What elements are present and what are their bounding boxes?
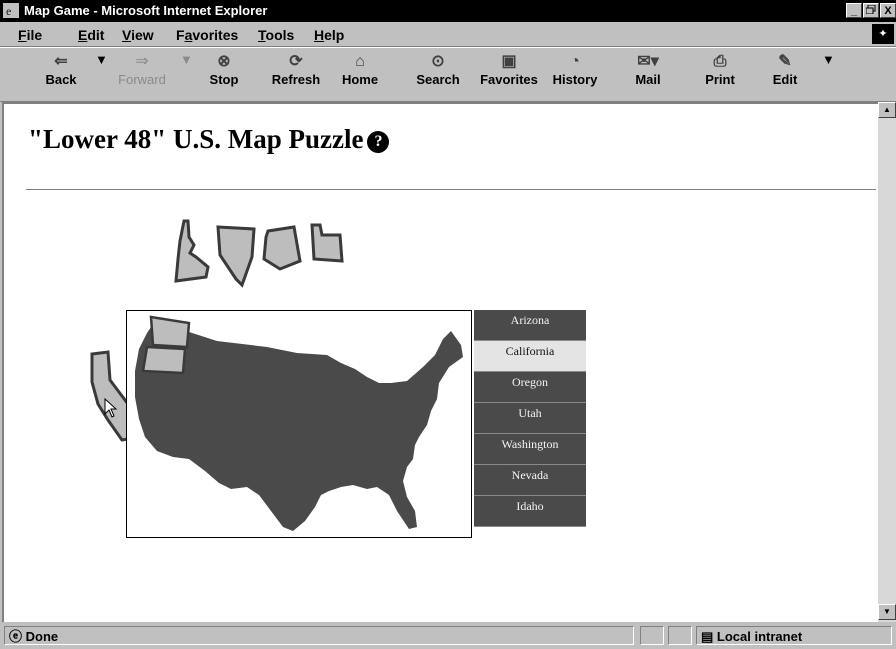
back-dropdown-icon[interactable]: ▼ [95, 52, 108, 67]
status-pane-progress [640, 626, 664, 645]
ie-app-icon[interactable]: e [3, 3, 19, 18]
search-button[interactable]: ⊙ Search [412, 52, 464, 87]
mail-icon: ✉▾ [637, 53, 659, 70]
menu-favorites[interactable]: Favorites [176, 27, 238, 43]
status-text: ⓔ Done [4, 626, 634, 645]
status-bar: ⓔ Done ▤ Local intranet [0, 624, 896, 649]
oregon-placed [141, 345, 187, 375]
nevada-piece[interactable] [216, 225, 256, 288]
menu-view[interactable]: View [122, 27, 154, 43]
state-list: Arizona California Oregon Utah Washingto… [474, 310, 586, 527]
home-button[interactable]: ⌂ Home [338, 52, 382, 87]
refresh-button[interactable]: ⟳ Refresh [266, 52, 326, 87]
printer-icon: ⎙ [713, 53, 727, 70]
minimize-button[interactable]: _ [846, 3, 862, 18]
mouse-cursor-icon [104, 398, 118, 418]
divider [26, 189, 876, 190]
back-button[interactable]: ⇐ Back [36, 52, 86, 87]
close-button[interactable]: X [880, 3, 896, 18]
history-icon: ◔ [570, 53, 580, 70]
security-zone: ▤ Local intranet [696, 626, 892, 645]
state-item-washington[interactable]: Washington [474, 434, 586, 465]
puzzle-pieces-tray [174, 219, 344, 288]
menu-help[interactable]: Help [314, 27, 344, 43]
window-title: Map Game - Microsoft Internet Explorer [24, 3, 268, 18]
state-item-arizona[interactable]: Arizona [474, 310, 586, 341]
intranet-icon: ▤ [701, 629, 717, 644]
history-button[interactable]: ◔ History [550, 52, 600, 87]
toolbar-more-icon[interactable]: ▼ [822, 52, 835, 67]
state-item-idaho[interactable]: Idaho [474, 496, 586, 527]
print-button[interactable]: ⎙ Print [700, 52, 740, 87]
forward-button[interactable]: ⇒ Forward [112, 52, 172, 87]
menu-bar: File Edit View Favorites Tools Help ✦ [0, 22, 896, 47]
page-title: "Lower 48" U.S. Map Puzzle? [28, 124, 390, 155]
page-status-icon: ⓔ [9, 629, 26, 644]
help-icon[interactable]: ? [367, 131, 390, 153]
favorites-button[interactable]: ▣ Favorites [474, 52, 544, 87]
status-pane-security [668, 626, 692, 645]
home-icon: ⌂ [355, 53, 365, 70]
utah-piece[interactable] [310, 223, 344, 263]
washington-placed [149, 315, 191, 349]
title-bar: e Map Game - Microsoft Internet Explorer… [0, 0, 896, 22]
favorites-icon: ▣ [501, 53, 517, 70]
vertical-scrollbar[interactable]: ▲ ▼ [878, 102, 896, 622]
edit-page-icon: ✎ [778, 53, 792, 70]
forward-dropdown-icon[interactable]: ▼ [180, 52, 193, 67]
forward-arrow-icon: ⇒ [135, 53, 149, 70]
menu-tools[interactable]: Tools [258, 27, 294, 43]
stop-button[interactable]: ⊗ Stop [202, 52, 246, 87]
arizona-piece[interactable] [262, 225, 302, 271]
maximize-button[interactable] [863, 3, 879, 18]
mail-button[interactable]: ✉▾ Mail [628, 52, 668, 87]
state-item-utah[interactable]: Utah [474, 403, 586, 434]
idaho-piece[interactable] [174, 219, 210, 283]
scroll-up-icon[interactable]: ▲ [878, 102, 896, 118]
edit-button[interactable]: ✎ Edit [768, 52, 802, 87]
page-content: "Lower 48" U.S. Map Puzzle? Arizona Cali… [2, 102, 878, 622]
windows-logo-icon: ✦ [872, 24, 894, 44]
menu-edit[interactable]: Edit [78, 27, 104, 43]
state-item-nevada[interactable]: Nevada [474, 465, 586, 496]
search-icon: ⊙ [431, 53, 445, 70]
svg-text:e: e [6, 4, 11, 18]
us-map [135, 315, 463, 531]
restore-icon [865, 4, 876, 15]
state-item-oregon[interactable]: Oregon [474, 372, 586, 403]
toolbar: ⇐ Back ▼ ⇒ Forward ▼ ⊗ Stop ⟳ Refresh ⌂ Home … [0, 47, 896, 102]
state-item-california[interactable]: California [474, 341, 586, 372]
refresh-icon: ⟳ [289, 53, 303, 70]
back-arrow-icon: ⇐ [54, 53, 68, 70]
scroll-down-icon[interactable]: ▼ [878, 604, 896, 620]
us-map-board[interactable] [126, 310, 472, 538]
menu-file[interactable]: File [18, 27, 42, 43]
stop-icon: ⊗ [217, 53, 231, 70]
